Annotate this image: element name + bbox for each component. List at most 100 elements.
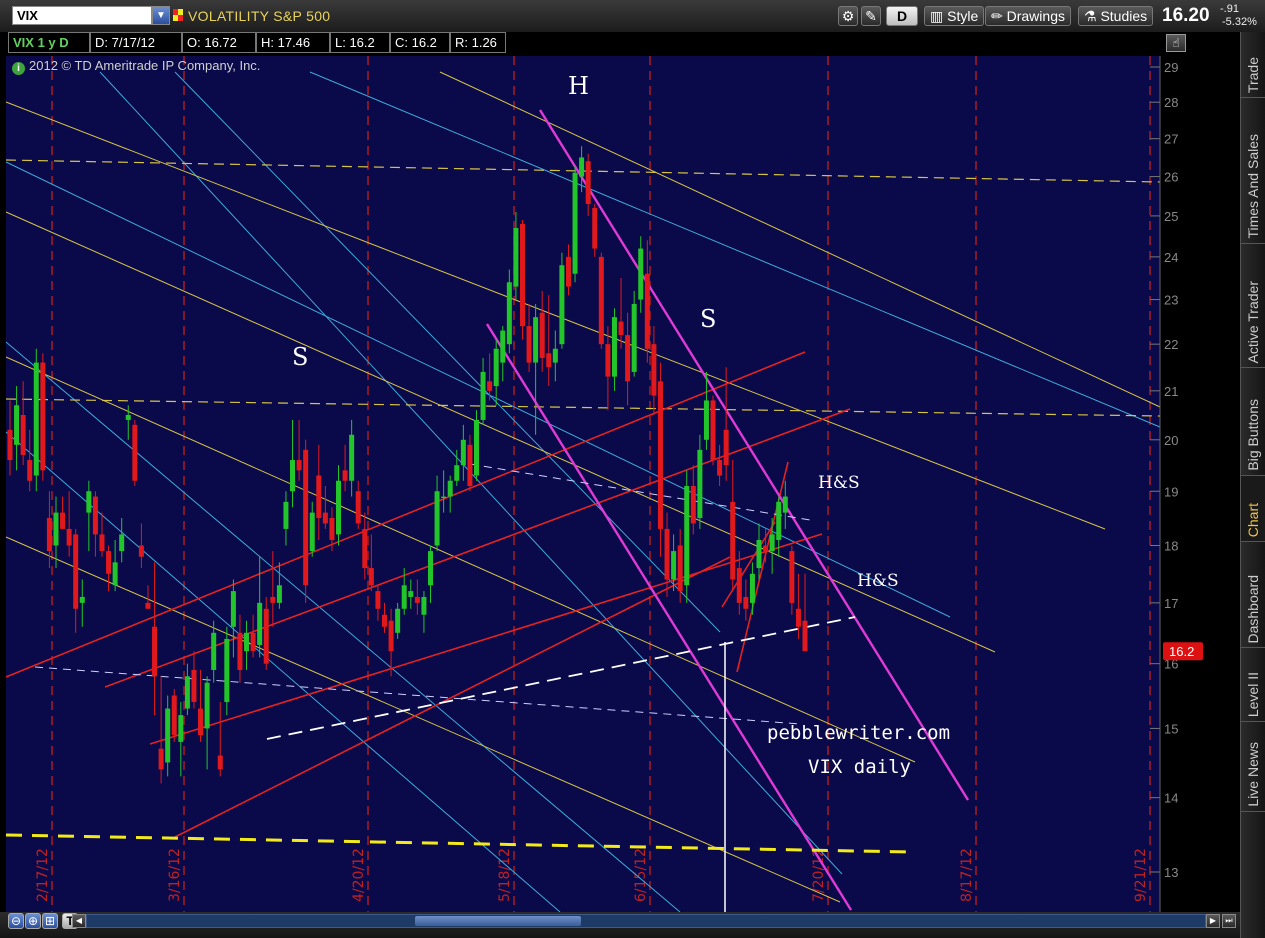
- candle-body: [480, 371, 486, 420]
- sidebar-tab-active-trader[interactable]: Active Trader: [1241, 244, 1265, 368]
- candle-body: [40, 362, 46, 471]
- candle: [224, 626, 230, 716]
- candle-body: [513, 228, 519, 287]
- wrench-icon[interactable]: ✎: [861, 6, 881, 26]
- candle-body: [106, 551, 112, 574]
- candle-body: [145, 602, 151, 609]
- pencil-icon: ✏: [991, 8, 1007, 24]
- candle-body: [73, 534, 79, 609]
- candle: [572, 165, 578, 283]
- candle-body: [776, 501, 782, 540]
- sidebar-tab-chart[interactable]: Chart: [1241, 476, 1265, 542]
- sidebar-tab-big-buttons[interactable]: Big Buttons: [1241, 368, 1265, 476]
- period-label[interactable]: VIX 1 y D: [8, 32, 90, 53]
- candle-body: [224, 638, 230, 703]
- candle-body: [795, 608, 801, 627]
- candle-body: [178, 715, 184, 742]
- candle-body: [53, 512, 59, 546]
- candle-body: [592, 207, 598, 249]
- candle: [132, 419, 138, 486]
- candle-body: [690, 485, 696, 524]
- zoom-in-icon[interactable]: ⊕: [25, 913, 41, 929]
- candle-body: [14, 405, 20, 445]
- candle-body: [217, 755, 223, 770]
- sidebar-tab-trade[interactable]: Trade: [1241, 32, 1265, 98]
- y-tick-label: 19: [1164, 484, 1178, 499]
- candle-body: [375, 591, 381, 609]
- info-icon[interactable]: i: [12, 62, 25, 75]
- candle-body: [270, 596, 276, 603]
- y-tick-label: 28: [1164, 95, 1178, 110]
- candle-body: [460, 439, 466, 466]
- candle-body: [138, 545, 144, 557]
- y-tick-label: 21: [1164, 384, 1178, 399]
- candle: [684, 470, 690, 603]
- scroll-right-icon[interactable]: ▶: [1206, 914, 1220, 928]
- candle-body: [368, 568, 374, 586]
- low-readout: L: 16.2: [330, 32, 390, 53]
- sidebar-tab-level-ii[interactable]: Level II: [1241, 648, 1265, 722]
- time-scrollbar[interactable]: [86, 914, 1206, 928]
- toolbar: VIX ▼ VOLATILITY S&P 500 ⚙ ✎ D ▥ Style ✏…: [0, 0, 1265, 33]
- candle-body: [638, 248, 644, 300]
- scrollbar-thumb[interactable]: [415, 916, 581, 926]
- sidebar-tab-label: Chart: [1245, 502, 1261, 537]
- candle-body: [99, 534, 105, 552]
- candle-body: [283, 501, 289, 529]
- style-button[interactable]: ▥ Style: [924, 6, 985, 26]
- candle-body: [644, 273, 650, 349]
- scroll-left-icon[interactable]: ◀: [72, 914, 86, 928]
- aggregation-button[interactable]: D: [886, 6, 918, 26]
- candle-body: [86, 491, 92, 513]
- zoom-fit-icon[interactable]: ⊞: [42, 913, 58, 929]
- expiration-label: 7/20/12: [811, 848, 827, 902]
- candle-body: [657, 381, 663, 529]
- sidebar-tab-dashboard[interactable]: Dashboard: [1241, 542, 1265, 648]
- cursor-icon[interactable]: ☝: [1166, 34, 1186, 52]
- studies-icon: ⚗: [1084, 8, 1101, 24]
- y-tick-label: 23: [1164, 293, 1178, 308]
- candle-body: [500, 330, 506, 363]
- candle-body: [533, 317, 539, 363]
- studies-button[interactable]: ⚗ Studies: [1078, 6, 1154, 26]
- expiration-label: 8/17/12: [959, 848, 975, 902]
- candle-body: [342, 470, 348, 481]
- expiration-label: 5/18/12: [497, 848, 513, 902]
- chart-annotation: pebblewriter.com: [767, 722, 950, 744]
- chart-annotation: S: [700, 305, 716, 333]
- y-tick-label: 25: [1164, 209, 1178, 224]
- candle-body: [467, 444, 473, 486]
- price-chart[interactable]: 2/17/12 3/16/12 4/20/12 5/18/12 6/15/12 7/20/…: [0, 32, 1240, 938]
- candle-body: [125, 415, 131, 420]
- candle-body: [651, 344, 657, 396]
- symbol-input[interactable]: VIX: [12, 6, 152, 25]
- candle-body: [388, 620, 394, 652]
- chart-annotation: S: [292, 343, 308, 371]
- candle-body: [427, 551, 433, 586]
- chart-annotation: H: [568, 72, 589, 100]
- drawings-button[interactable]: ✏ Drawings: [985, 6, 1071, 26]
- y-tick-label: 17: [1164, 596, 1178, 611]
- chart-area[interactable]: 2/17/12 3/16/12 4/20/12 5/18/12 6/15/12 7/20/…: [0, 32, 1240, 938]
- settings-icon[interactable]: ⚙: [838, 6, 858, 26]
- drawings-label: Drawings: [1006, 8, 1065, 24]
- zoom-out-icon[interactable]: ⊖: [8, 913, 24, 929]
- candle-body: [723, 429, 729, 466]
- candle-body: [552, 348, 558, 363]
- candle-body: [611, 317, 617, 377]
- symbol-dropdown-icon[interactable]: ▼: [152, 6, 170, 25]
- copyright-notice: i 2012 © TD Ameritrade IP Company, Inc.: [12, 58, 260, 75]
- candle-body: [618, 321, 624, 336]
- style-icon: ▥: [930, 8, 948, 24]
- expiration-label: 9/21/12: [1133, 848, 1149, 902]
- candle: [657, 362, 663, 557]
- candle: [710, 395, 716, 466]
- close-readout: C: 16.2: [390, 32, 450, 53]
- candle-body: [447, 480, 453, 497]
- y-tick-label: 26: [1164, 170, 1178, 185]
- sidebar-tab-live-news[interactable]: Live News: [1241, 722, 1265, 812]
- sidebar-tab-times-and-sales[interactable]: Times And Sales: [1241, 98, 1265, 244]
- candle-body: [276, 585, 282, 603]
- candle-body: [250, 632, 256, 652]
- scroll-end-icon[interactable]: ⏭: [1222, 914, 1236, 928]
